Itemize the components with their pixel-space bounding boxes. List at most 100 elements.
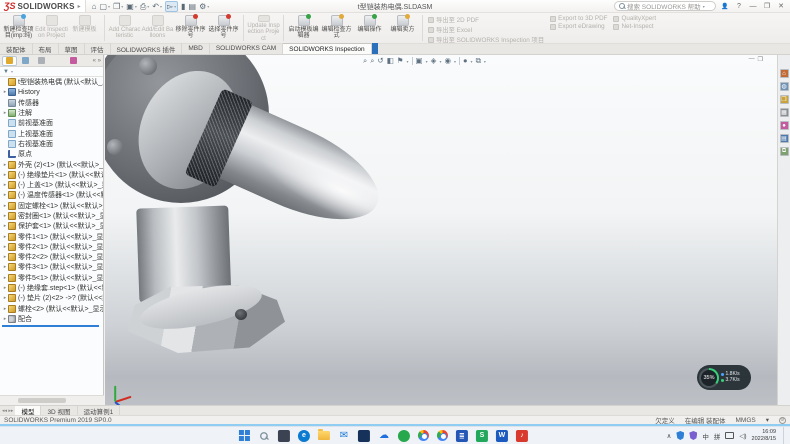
previous-view-icon[interactable]: ↺ bbox=[377, 56, 383, 66]
chrome-icon[interactable] bbox=[437, 430, 448, 441]
ribbon-button[interactable]: 启动模板编辑器 bbox=[287, 14, 320, 42]
customize-icon[interactable]: ⚙ bbox=[779, 417, 786, 424]
browser-360-icon[interactable] bbox=[398, 430, 410, 442]
new-file-icon[interactable]: ▢▾ bbox=[99, 2, 110, 11]
hidden-icons-chevron[interactable]: ∧ bbox=[667, 432, 672, 440]
tab-SOLIDWORKS Inspection[interactable]: SOLIDWORKS Inspection bbox=[283, 43, 372, 54]
tree-item[interactable]: ▸零件3<1> (默认<<默认>_显示状态 bbox=[0, 262, 103, 272]
edge-icon[interactable]: e bbox=[298, 430, 310, 442]
music-app-icon[interactable]: ♪ bbox=[516, 430, 528, 442]
save-icon[interactable]: ▣▾ bbox=[126, 2, 137, 11]
panel-horizontal-scrollbar[interactable] bbox=[0, 395, 104, 405]
help-button[interactable]: ? bbox=[734, 3, 744, 10]
ribbon-button[interactable]: 编辑操作 bbox=[353, 14, 386, 42]
volume-tray-icon[interactable]: ◁) bbox=[739, 432, 746, 440]
menu-flyout-icon[interactable]: ▸ bbox=[78, 3, 81, 10]
login-button[interactable]: 👤 bbox=[720, 3, 730, 10]
zoom-to-area-icon[interactable]: ⌕ bbox=[370, 56, 374, 66]
tree-item[interactable]: 原点 bbox=[0, 149, 103, 159]
defender-tray-icon[interactable] bbox=[689, 431, 697, 440]
antivirus-tray-icon[interactable] bbox=[676, 431, 684, 440]
zoom-to-fit-icon[interactable]: ⌕ bbox=[363, 56, 367, 66]
ime-name-indicator[interactable]: 拼 bbox=[714, 431, 721, 441]
rollback-bar[interactable] bbox=[2, 325, 99, 327]
store-icon[interactable] bbox=[358, 430, 370, 442]
featuremanager-tab[interactable] bbox=[2, 56, 17, 66]
onedrive-icon[interactable]: ☁ bbox=[378, 430, 390, 442]
tree-item[interactable]: ▸零件2<2> (默认<<默认>_显示状态 bbox=[0, 252, 103, 262]
safe-browser-icon[interactable] bbox=[418, 430, 429, 441]
tree-item[interactable]: 前视基准面 bbox=[0, 118, 103, 128]
tree-item[interactable]: ▸(-) 上盖<1> (默认<<默认>_显示状 bbox=[0, 180, 103, 190]
tree-item[interactable]: ▸History bbox=[0, 87, 103, 97]
dropdown-caret-icon[interactable]: ▾ bbox=[207, 2, 209, 11]
tab-SOLIDWORKS CAM[interactable]: SOLIDWORKS CAM bbox=[210, 43, 283, 54]
tree-item[interactable]: ▸配合 bbox=[0, 314, 103, 324]
dropdown-caret-icon[interactable]: ▾ bbox=[174, 2, 176, 11]
dynamic-annotation-icon[interactable]: ⚑ bbox=[397, 56, 404, 66]
panel-tabs-overflow[interactable]: « » bbox=[93, 58, 103, 64]
configurationmanager-tab[interactable] bbox=[34, 56, 49, 66]
child-window-control[interactable]: ❐ bbox=[758, 56, 763, 63]
dropdown-caret-icon[interactable]: ▾ bbox=[426, 59, 428, 64]
tree-item[interactable]: t型铠装热电偶 (默认<默认_显示状态-1 bbox=[0, 77, 103, 87]
search-button[interactable] bbox=[258, 430, 270, 442]
tree-item[interactable]: ▸注解 bbox=[0, 108, 103, 118]
edit-appearance-icon[interactable]: ● bbox=[463, 56, 468, 66]
dropdown-caret-icon[interactable]: ▾ bbox=[135, 2, 137, 11]
tree-filter-row[interactable]: ▼ ▾ bbox=[0, 67, 103, 77]
units-caret-icon[interactable]: ▾ bbox=[766, 416, 769, 424]
displaymanager-tab[interactable] bbox=[66, 56, 81, 66]
search-input[interactable]: 搜索 SOLIDWORKS 帮助 ▾ bbox=[614, 1, 716, 11]
rebuild-icon[interactable]: ▮ bbox=[181, 2, 185, 11]
view-palette-icon[interactable]: ▦ bbox=[780, 108, 789, 117]
home-icon[interactable]: ⌂ bbox=[92, 2, 97, 11]
tab-评估[interactable]: 评估 bbox=[85, 43, 111, 54]
dropdown-caret-icon[interactable]: ▾ bbox=[439, 59, 441, 64]
ribbon-button[interactable]: 编辑卖方 bbox=[386, 14, 419, 42]
display-style-icon[interactable]: ◈ bbox=[431, 56, 437, 66]
open-file-icon[interactable]: ❒▾ bbox=[113, 2, 123, 11]
show-desktop-button[interactable] bbox=[783, 427, 786, 444]
tab-MBD[interactable]: MBD bbox=[182, 43, 209, 54]
minimize-button[interactable]: — bbox=[748, 3, 758, 10]
graphics-viewport[interactable]: ⌕⌕↺◧⚑▾▣▾◈▾◉▾●▾⧉▾ 35% 1.8K/s 3.7K/s bbox=[105, 55, 777, 405]
file-explorer-icon[interactable]: ❒ bbox=[780, 95, 789, 104]
doc-tab-3D 视图[interactable]: 3D 视图 bbox=[41, 406, 77, 416]
tree-item[interactable]: ▸零件5<1> (默认<<默认>_显示状态 bbox=[0, 273, 103, 283]
design-library-icon[interactable]: ◍ bbox=[780, 82, 789, 91]
tree-item[interactable]: ▸(-) 绝缘垫片<1> (默认<<默认>_显 bbox=[0, 170, 103, 180]
ribbon-button[interactable]: 移除零件序号 bbox=[174, 14, 207, 42]
tree-item[interactable]: ▸(-) 绝缘套.step<1> (默认<<默认> bbox=[0, 283, 103, 293]
dimxpertmanager-tab[interactable] bbox=[50, 56, 65, 66]
options-icon[interactable]: ⚙▾ bbox=[199, 2, 209, 11]
dropdown-caret-icon[interactable]: ▾ bbox=[454, 59, 456, 64]
app-menu-button[interactable]: ƷS SOLIDWORKS ▸ bbox=[0, 0, 86, 12]
dropdown-caret-icon[interactable]: ▾ bbox=[108, 2, 110, 11]
hide-show-items-icon[interactable]: ◉ bbox=[444, 56, 451, 66]
performance-overlay[interactable]: 35% 1.8K/s 3.7K/s bbox=[697, 365, 751, 390]
dropdown-caret-icon[interactable]: ▾ bbox=[471, 59, 473, 64]
ribbon-button[interactable]: 编辑检查方式 bbox=[320, 14, 353, 42]
undo-icon[interactable]: ↶▾ bbox=[152, 2, 162, 11]
tree-item[interactable]: ▸(-) 温度传感器<1> (默认<<默认>_ bbox=[0, 190, 103, 200]
filter-caret-icon[interactable]: ▾ bbox=[11, 69, 13, 74]
ime-mode-indicator[interactable]: 中 bbox=[702, 431, 709, 441]
custom-properties-icon[interactable]: ▤ bbox=[780, 134, 789, 143]
tree-item[interactable]: ▸外壳 (2)<1> (默认<<默认>_显示状 bbox=[0, 159, 103, 169]
task-view-button[interactable] bbox=[278, 430, 290, 442]
search-caret-icon[interactable]: ▾ bbox=[703, 4, 705, 9]
file-properties-icon[interactable]: ▤ bbox=[189, 2, 197, 11]
tree-item[interactable]: ▸螺栓<2> (默认<<默认>_显示状态 bbox=[0, 304, 103, 314]
tree-item[interactable]: ▸零件2<1> (默认<<默认>_显示状态 bbox=[0, 242, 103, 252]
tree-item[interactable]: ▸固定螺栓<1> (默认<<默认>_显示状 bbox=[0, 201, 103, 211]
tree-item[interactable]: 上视基准面 bbox=[0, 128, 103, 138]
dropdown-caret-icon[interactable]: ▾ bbox=[407, 59, 409, 64]
doc-tab-运动算例1[interactable]: 运动算例1 bbox=[78, 406, 121, 416]
file-explorer-icon[interactable] bbox=[318, 431, 330, 440]
ribbon-button[interactable]: 选择零件序号 bbox=[207, 14, 240, 42]
ribbon-button[interactable]: 新建检查项目(imp:纯) bbox=[2, 14, 35, 42]
docs-app-icon[interactable]: S bbox=[476, 430, 488, 442]
tree-item[interactable]: 右视基准面 bbox=[0, 139, 103, 149]
child-window-control[interactable]: — bbox=[749, 56, 755, 63]
